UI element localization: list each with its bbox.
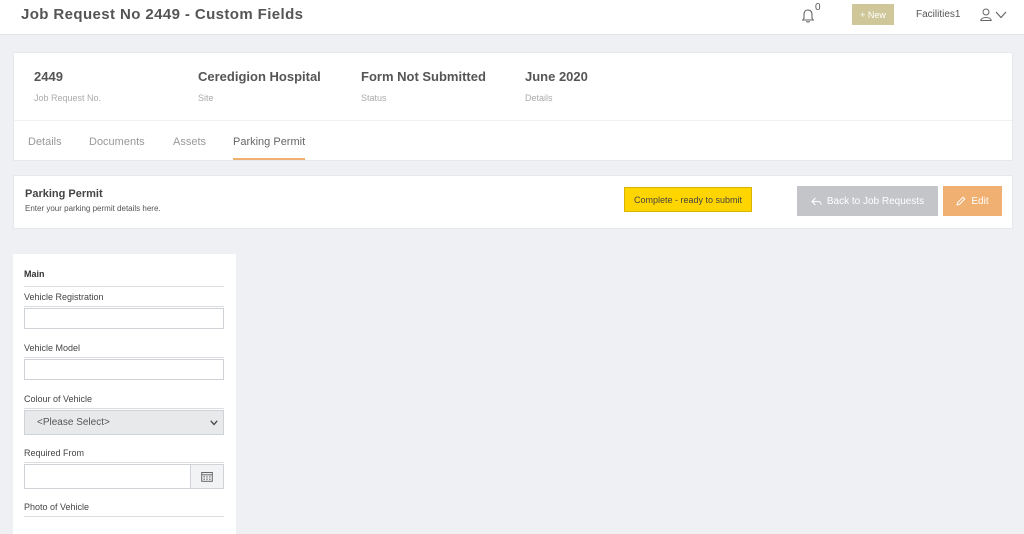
tab-parking-permit[interactable]: Parking Permit bbox=[233, 136, 306, 160]
summary-label: Job Request No. bbox=[34, 93, 102, 103]
parking-permit-header: Parking Permit Enter your parking permit… bbox=[13, 175, 1013, 229]
edit-button-label: Edit bbox=[971, 195, 989, 207]
top-bar: Job Request No 2449 - Custom Fields 0 + … bbox=[0, 0, 1024, 35]
status-badge: Complete - ready to submit bbox=[624, 187, 752, 212]
summary-value: June 2020 bbox=[525, 69, 588, 84]
user-icon[interactable] bbox=[980, 8, 992, 21]
section-subtitle: Enter your parking permit details here. bbox=[25, 204, 161, 213]
colour-select[interactable]: <Please Select> bbox=[24, 410, 224, 435]
vehicle-model-input[interactable] bbox=[24, 359, 224, 380]
colour-of-vehicle-label: Colour of Vehicle bbox=[24, 394, 93, 404]
required-from-label: Required From bbox=[24, 448, 85, 458]
summary-job-number: 2449 Job Request No. bbox=[34, 69, 101, 103]
section-title: Parking Permit bbox=[25, 188, 103, 200]
job-summary-card: 2449 Job Request No. Ceredigion Hospital… bbox=[13, 52, 1013, 161]
back-arrow-icon bbox=[811, 197, 822, 205]
bell-icon[interactable] bbox=[800, 8, 816, 24]
pencil-icon bbox=[956, 196, 966, 206]
summary-label: Details bbox=[525, 93, 553, 103]
chevron-down-icon bbox=[210, 420, 218, 426]
divider bbox=[24, 462, 224, 463]
notification-count: 0 bbox=[815, 2, 821, 13]
photo-of-vehicle-label: Photo of Vehicle bbox=[24, 502, 90, 512]
vehicle-registration-input[interactable] bbox=[24, 308, 224, 329]
back-to-job-requests-button[interactable]: Back to Job Requests bbox=[797, 186, 938, 216]
summary-details: June 2020 Details bbox=[525, 69, 588, 103]
tab-documents[interactable]: Documents bbox=[89, 136, 145, 158]
required-from-input[interactable] bbox=[24, 464, 190, 489]
tab-assets[interactable]: Assets bbox=[173, 136, 206, 158]
summary-site: Ceredigion Hospital Site bbox=[198, 69, 321, 103]
user-name[interactable]: Facilities1 bbox=[916, 9, 960, 20]
divider bbox=[24, 408, 224, 409]
summary-status: Form Not Submitted Status bbox=[361, 69, 486, 103]
divider bbox=[24, 357, 224, 358]
summary-value: Ceredigion Hospital bbox=[198, 69, 321, 84]
divider bbox=[24, 516, 224, 517]
summary-label: Site bbox=[198, 93, 214, 103]
permit-form: Main Vehicle Registration Vehicle Model … bbox=[13, 254, 236, 534]
form-section-title: Main bbox=[24, 269, 224, 287]
vehicle-registration-label: Vehicle Registration bbox=[24, 292, 104, 302]
vehicle-model-label: Vehicle Model bbox=[24, 343, 81, 353]
new-button[interactable]: + New bbox=[852, 4, 894, 25]
chevron-down-icon[interactable] bbox=[995, 11, 1007, 19]
page-title: Job Request No 2449 - Custom Fields bbox=[21, 6, 304, 23]
summary-value: 2449 bbox=[34, 69, 63, 84]
date-picker-button[interactable] bbox=[190, 464, 224, 489]
back-button-label: Back to Job Requests bbox=[826, 195, 925, 207]
summary-label: Status bbox=[361, 93, 387, 103]
colour-select-value: <Please Select> bbox=[37, 417, 110, 428]
divider bbox=[14, 120, 1012, 121]
tab-details[interactable]: Details bbox=[28, 136, 62, 158]
divider bbox=[24, 306, 224, 307]
edit-button[interactable]: Edit bbox=[943, 186, 1002, 216]
summary-value: Form Not Submitted bbox=[361, 69, 486, 84]
calendar-icon bbox=[201, 472, 213, 482]
